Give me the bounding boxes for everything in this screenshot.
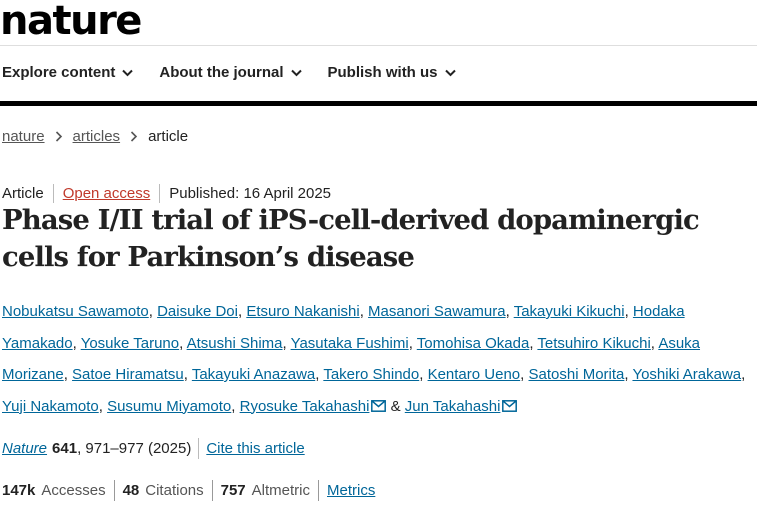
author-link[interactable]: Nobukatsu Sawamoto <box>2 303 149 320</box>
breadcrumb-link-nature[interactable]: nature <box>2 128 45 145</box>
author-link[interactable]: Takayuki Kikuchi <box>514 303 625 320</box>
author-link[interactable]: Satoshi Morita <box>529 366 625 383</box>
author-link[interactable]: Tetsuhiro Kikuchi <box>537 335 650 352</box>
author-entry: Etsuro Nakanishi <box>246 303 359 320</box>
author-entry: Susumu Miyamoto <box>107 398 231 415</box>
accesses-count: 147k <box>2 482 36 499</box>
chevron-down-icon <box>122 69 134 76</box>
author-link[interactable]: Jun Takahashi <box>405 398 501 415</box>
author-entry: Atsushi Shima <box>187 335 283 352</box>
meta-divider <box>52 184 54 203</box>
author-link[interactable]: Yoshiki Arakawa <box>632 366 741 383</box>
author-entry: Satoe Hiramatsu <box>72 366 184 383</box>
header-divider <box>0 45 757 46</box>
author-link[interactable]: Etsuro Nakanishi <box>246 303 359 320</box>
author-link[interactable]: Yasutaka Fushimi <box>291 335 409 352</box>
author-link[interactable]: Daisuke Doi <box>157 303 238 320</box>
journal-pages-year: , 971–977 (2025) <box>77 440 192 457</box>
author-entry: Takero Shindo <box>323 366 419 383</box>
author-link[interactable]: Yuji Nakamoto <box>2 398 99 415</box>
chevron-down-icon <box>444 69 456 76</box>
author-entry: Tetsuhiro Kikuchi <box>537 335 650 352</box>
author-link[interactable]: Yosuke Taruno <box>81 335 179 352</box>
article-title: Phase I/II trial of iPS-cell-derived dop… <box>2 204 700 273</box>
metrics-divider <box>113 480 115 501</box>
meta-divider <box>159 184 161 203</box>
nav-about-journal[interactable]: About the journal <box>159 64 302 81</box>
accesses-label: Accesses <box>41 482 106 499</box>
author-entry: Tomohisa Okada <box>417 335 530 352</box>
chevron-right-icon <box>130 131 138 142</box>
citations-count: 48 <box>122 482 140 499</box>
citations-label: Citations <box>145 482 204 499</box>
journal-link[interactable]: Nature <box>2 440 47 457</box>
nature-logo[interactable]: nature <box>0 0 142 44</box>
chevron-right-icon <box>55 131 62 142</box>
author-link[interactable]: Takero Shindo <box>323 366 419 383</box>
author-entry: Takayuki Anazawa <box>192 366 315 383</box>
envelope-icon <box>502 399 518 412</box>
published-date: Published: 16 April 2025 <box>169 185 332 202</box>
altmetric-label: Altmetric <box>251 482 310 499</box>
author-entry: Yoshiki Arakawa <box>632 366 741 383</box>
author-entry: Yuji Nakamoto <box>2 398 99 415</box>
author-entry: Takayuki Kikuchi <box>514 303 625 320</box>
article-meta: Article Open access Published: 16 April … <box>2 184 331 203</box>
author-list: Nobukatsu Sawamoto, Daisuke Doi, Etsuro … <box>2 303 746 415</box>
author-entry: Jun Takahashi <box>405 398 518 415</box>
cite-this-article-link[interactable]: Cite this article <box>206 440 304 457</box>
nav-publish-with-us[interactable]: Publish with us <box>328 64 456 81</box>
metrics-divider <box>318 480 319 501</box>
author-entry: Yasutaka Fushimi <box>291 335 409 352</box>
author-link[interactable]: Ryosuke Takahashi <box>240 398 370 415</box>
author-link[interactable]: Tomohisa Okada <box>417 335 530 352</box>
author-entry: Kentaro Ueno <box>428 366 521 383</box>
metrics-divider <box>211 480 213 501</box>
breadcrumb-link-articles[interactable]: articles <box>73 128 121 145</box>
author-entry: Yosuke Taruno <box>81 335 179 352</box>
author-entry: Satoshi Morita <box>529 366 625 383</box>
main-nav: Explore content About the journal Publis… <box>2 64 456 81</box>
metrics-bar: 147k Accesses 48 Citations 757 Altmetric… <box>2 480 375 501</box>
journal-volume: 641 <box>52 440 78 457</box>
breadcrumb: nature articles article <box>2 128 188 145</box>
citation-line: Nature 641 , 971–977 (2025) Cite this ar… <box>2 438 305 459</box>
nav-item-label: Explore content <box>2 64 116 81</box>
author-link[interactable]: Kentaro Ueno <box>428 366 521 383</box>
metrics-link[interactable]: Metrics <box>327 482 375 499</box>
author-entry: Daisuke Doi <box>157 303 238 320</box>
envelope-icon <box>371 399 387 412</box>
author-link[interactable]: Susumu Miyamoto <box>107 398 231 415</box>
author-link[interactable]: Atsushi Shima <box>187 335 283 352</box>
breadcrumb-current: article <box>148 128 189 145</box>
author-link[interactable]: Masanori Sawamura <box>368 303 506 320</box>
nav-item-label: Publish with us <box>327 64 438 81</box>
chevron-down-icon <box>290 69 302 76</box>
author-entry: Ryosuke Takahashi <box>240 398 387 415</box>
author-link[interactable]: Takayuki Anazawa <box>192 366 315 383</box>
cite-divider <box>198 438 200 459</box>
nav-explore-content[interactable]: Explore content <box>2 64 134 81</box>
nav-item-label: About the journal <box>159 64 284 81</box>
author-entry: Nobukatsu Sawamoto <box>2 303 149 320</box>
author-link[interactable]: Satoe Hiramatsu <box>72 366 184 383</box>
open-access-link[interactable]: Open access <box>63 185 151 202</box>
article-type: Article <box>2 185 44 202</box>
altmetric-score: 757 <box>220 482 246 499</box>
author-entry: Masanori Sawamura <box>368 303 506 320</box>
nav-bottom-bar <box>0 101 757 106</box>
